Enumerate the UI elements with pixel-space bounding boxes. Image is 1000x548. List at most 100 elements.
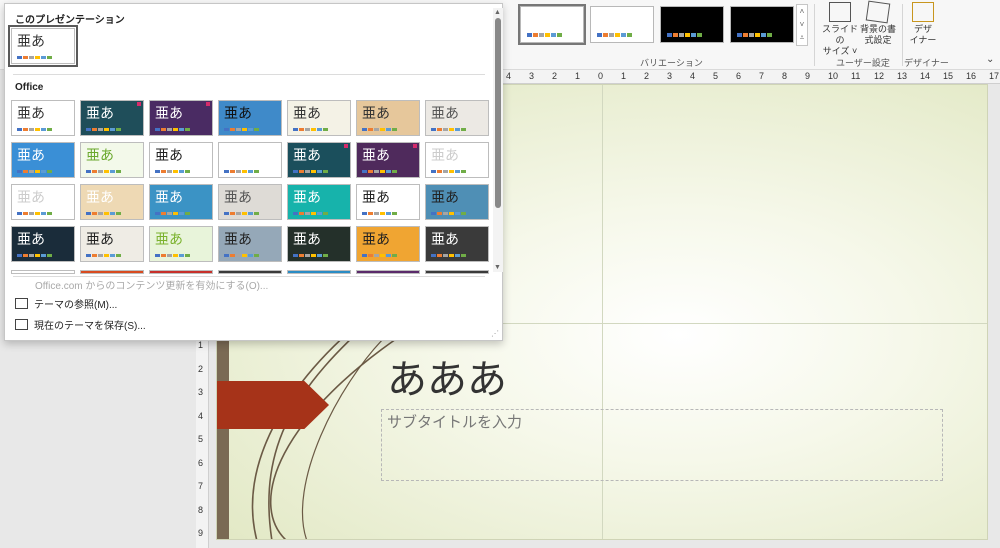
designer-button[interactable]: デザ イナー — [906, 2, 940, 46]
theme-glyph: 亜あ — [431, 106, 459, 122]
designer-icon — [912, 2, 934, 22]
group-separator — [902, 4, 903, 66]
slide-title[interactable]: あああ — [387, 347, 507, 405]
ruler-tick-label: 1 — [621, 71, 627, 81]
theme-thumbnail[interactable]: 亜あ — [80, 184, 144, 220]
theme-thumbnail[interactable]: 亜あ — [149, 142, 213, 178]
variants-scroll[interactable]: ˄ ˅ ⩡ — [796, 4, 808, 46]
theme-glyph: 亜あ — [362, 232, 390, 248]
theme-thumbnail[interactable]: 亜あ — [356, 142, 420, 178]
subtitle-placeholder[interactable]: サブタイトルを入力 — [387, 411, 522, 432]
theme-thumbnail-partial — [149, 270, 213, 274]
slide-size-button[interactable]: スライドの サイズ ˅ — [820, 2, 860, 57]
theme-glyph: 亜あ — [293, 148, 321, 164]
theme-thumbnail[interactable]: 亜あ — [218, 226, 282, 262]
theme-thumbnail[interactable]: 亜あ — [149, 100, 213, 136]
ruler-tick-label: 4 — [690, 71, 696, 81]
theme-thumbnail[interactable]: 亜あ — [287, 184, 351, 220]
ruler-tick-label: 3 — [198, 387, 204, 397]
variant-thumbnail[interactable] — [518, 4, 586, 45]
ruler-tick-label: 10 — [828, 71, 839, 81]
theme-thumbnail[interactable]: 亜あ — [218, 142, 282, 178]
ruler-tick-label: 13 — [897, 71, 908, 81]
theme-glyph: 亜あ — [86, 232, 114, 248]
color-dots — [155, 254, 190, 257]
ruler-tick-label: 4 — [198, 410, 204, 421]
theme-thumbnail[interactable]: 亜あ — [425, 226, 489, 262]
color-dots — [362, 170, 397, 173]
theme-thumbnail[interactable]: 亜あ — [218, 100, 282, 136]
theme-thumbnail[interactable]: 亜あ — [356, 184, 420, 220]
theme-thumbnail[interactable]: 亜あ — [287, 226, 351, 262]
theme-thumbnail[interactable]: 亜あ — [149, 226, 213, 262]
ruler-tick-label: 9 — [805, 71, 811, 81]
color-dots — [527, 33, 562, 37]
variant-thumbnail[interactable] — [590, 6, 654, 43]
color-dots — [86, 254, 121, 257]
current-theme-thumbnail[interactable]: 亜あ — [8, 25, 78, 67]
ruler-tick-label: 6 — [198, 457, 204, 468]
scroll-up-icon[interactable]: ▲ — [494, 9, 501, 16]
theme-glyph: 亜あ — [224, 106, 252, 122]
ruler-tick-label: 14 — [920, 71, 931, 81]
theme-glyph: 亜あ — [431, 190, 459, 206]
theme-thumbnail[interactable]: 亜あ — [11, 226, 75, 262]
theme-thumbnail[interactable]: 亜あ — [425, 100, 489, 136]
variant-thumbnail[interactable] — [660, 6, 724, 43]
theme-thumbnail[interactable]: 亜あ — [356, 226, 420, 262]
color-dots — [431, 170, 466, 173]
color-dots — [362, 128, 397, 131]
theme-thumbnail[interactable]: 亜あ — [80, 100, 144, 136]
gallery-scrollbar[interactable]: ▲ ▼ — [493, 8, 503, 272]
ruler-tick-label: 2 — [644, 71, 650, 81]
ruler-tick-label: 9 — [198, 528, 204, 538]
slide-size-icon — [829, 2, 851, 22]
office-heading: Office — [15, 82, 44, 93]
theme-thumbnail-partial — [425, 270, 489, 274]
chevron-down-icon[interactable]: ⌄ — [986, 54, 994, 65]
ruler-tick-label: 3 — [667, 71, 673, 81]
scroll-thumb[interactable] — [495, 18, 501, 208]
theme-flag-icon — [206, 102, 210, 106]
theme-thumbnail-partial — [11, 270, 75, 274]
theme-glyph: 亜あ — [224, 148, 252, 164]
ruler-tick-label: 5 — [713, 71, 719, 81]
scroll-down-icon[interactable]: ▼ — [494, 264, 501, 271]
theme-thumbnail[interactable]: 亜あ — [11, 142, 75, 178]
ruler-tick-label: 2 — [198, 363, 204, 374]
browse-themes-item[interactable]: テーマの参照(M)... — [15, 296, 117, 311]
section-divider — [13, 74, 485, 75]
theme-thumbnail[interactable]: 亜あ — [11, 100, 75, 136]
color-dots — [293, 212, 328, 215]
theme-thumbnail[interactable]: 亜あ — [356, 100, 420, 136]
theme-glyph: 亜あ — [155, 190, 183, 206]
designer-label: デザ イナー — [909, 24, 937, 45]
theme-thumbnail[interactable]: 亜あ — [425, 142, 489, 178]
background-format-button[interactable]: 背景の書 式設定 — [858, 0, 898, 46]
variant-thumbnail[interactable] — [730, 6, 794, 43]
color-dots — [597, 33, 632, 37]
theme-thumbnail[interactable]: 亜あ — [287, 100, 351, 136]
color-dots — [155, 128, 190, 131]
theme-thumbnail[interactable]: 亜あ — [218, 184, 282, 220]
theme-thumbnail[interactable]: 亜あ — [287, 142, 351, 178]
vertical-ruler: 1 2 3 4 5 6 7 8 9 — [196, 330, 209, 548]
theme-thumbnail[interactable]: 亜あ — [80, 226, 144, 262]
theme-thumbnail[interactable]: 亜あ — [80, 142, 144, 178]
resize-grip-icon[interactable]: ⋰ — [491, 329, 499, 338]
color-dots — [17, 128, 52, 131]
this-presentation-heading: このプレゼンテーション — [15, 15, 125, 26]
theme-flag-icon — [344, 144, 348, 148]
browse-theme-icon — [15, 298, 28, 309]
save-theme-item[interactable]: 現在のテーマを保存(S)... — [15, 317, 146, 332]
ruler-tick-label: 16 — [966, 71, 977, 81]
ruler-tick-label: 6 — [736, 71, 742, 81]
theme-glyph: 亜あ — [17, 106, 45, 122]
ruler-tick-label: 5 — [198, 434, 204, 444]
color-dots — [17, 254, 52, 257]
theme-thumbnail[interactable]: 亜あ — [11, 184, 75, 220]
theme-thumbnail[interactable]: 亜あ — [425, 184, 489, 220]
theme-thumbnail[interactable]: 亜あ — [149, 184, 213, 220]
color-dots — [86, 128, 121, 131]
theme-glyph: 亜あ — [86, 148, 114, 164]
